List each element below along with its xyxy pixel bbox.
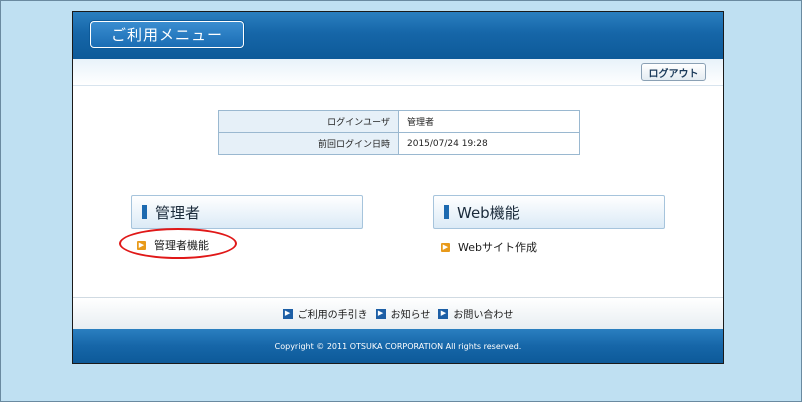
toolbar: ログアウト — [73, 59, 723, 86]
footer-link-label: お問い合わせ — [453, 310, 514, 321]
table-row: ログインユーザ 管理者 — [218, 110, 580, 133]
blue-arrow-icon: ▶ — [375, 308, 386, 319]
top-header-bar: ご利用メニュー — [73, 12, 723, 59]
main-frame: ご利用メニュー ログアウト ログインユーザ 管理者 前回ログイン日時 2015/… — [72, 11, 724, 364]
table-row: 前回ログイン日時 2015/07/24 19:28 — [218, 132, 580, 155]
web-site-create-label: Webサイト作成 — [458, 241, 537, 254]
section-header-web: Web機能 — [433, 195, 665, 229]
web-site-create-link[interactable]: ▶ Webサイト作成 — [441, 239, 537, 255]
last-login-value: 2015/07/24 19:28 — [398, 132, 580, 155]
highlight-circle — [119, 228, 237, 259]
login-info-table: ログインユーザ 管理者 前回ログイン日時 2015/07/24 19:28 — [218, 110, 580, 155]
footer-link-label: ご利用の手引き — [297, 310, 368, 321]
footer-link-guide[interactable]: ▶ ご利用の手引き — [282, 306, 368, 321]
copyright-bar: Copyright © 2011 OTSUKA CORPORATION All … — [73, 329, 723, 363]
blue-bar-icon — [444, 205, 449, 219]
last-login-label: 前回ログイン日時 — [218, 132, 399, 155]
footer-links: ▶ ご利用の手引き ▶ お知らせ ▶ お問い合わせ — [73, 297, 723, 329]
blue-arrow-icon: ▶ — [282, 308, 293, 319]
logout-button[interactable]: ログアウト — [641, 63, 706, 81]
footer-link-contact[interactable]: ▶ お問い合わせ — [438, 306, 513, 321]
login-user-value: 管理者 — [398, 110, 580, 133]
blue-arrow-icon: ▶ — [438, 308, 449, 319]
footer-link-news[interactable]: ▶ お知らせ — [375, 306, 431, 321]
login-user-label: ログインユーザ — [218, 110, 399, 133]
footer-link-label: お知らせ — [390, 310, 431, 321]
section-title-web: Web機能 — [457, 203, 520, 222]
section-title-admin: 管理者 — [155, 203, 201, 222]
copyright-text: Copyright © 2011 OTSUKA CORPORATION All … — [274, 341, 522, 351]
section-header-admin: 管理者 — [131, 195, 363, 229]
orange-arrow-icon: ▶ — [441, 242, 450, 252]
page-title: ご利用メニュー — [90, 21, 244, 48]
blue-bar-icon — [142, 205, 147, 219]
